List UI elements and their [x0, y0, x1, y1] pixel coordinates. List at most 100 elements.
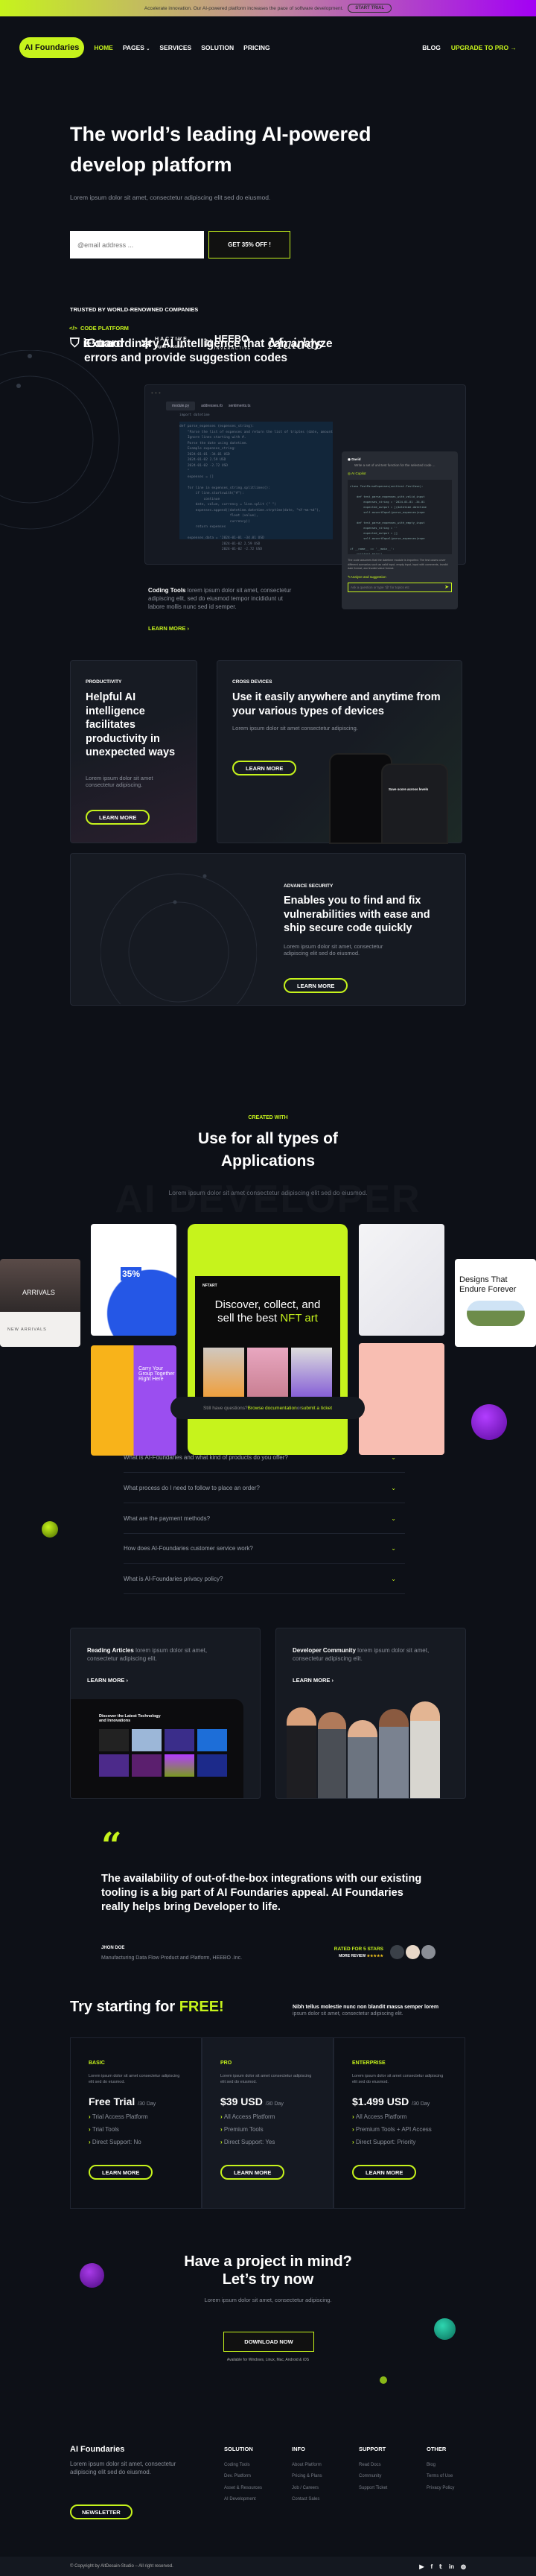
email-input[interactable] [70, 231, 204, 258]
app-tile-fashion[interactable]: ARRIVALS NEW ARRIVALS [0, 1259, 80, 1347]
footer-link[interactable]: Dev. Platform [224, 2471, 262, 2483]
nav-solution[interactable]: SOLUTION [201, 44, 234, 51]
security-card: ADVANCE SECURITY Enables you to find and… [70, 853, 466, 1006]
hero-title-line: The world’s leading AI-powered [70, 123, 371, 145]
footer-link[interactable]: Coding Tools [224, 2460, 262, 2472]
plan-pro-button[interactable]: LEARN MORE [220, 2165, 285, 2180]
reading-learn-more-link[interactable]: LEARN MORE › [87, 1677, 128, 1684]
ticket-link[interactable]: submit a ticket [301, 1406, 332, 1411]
nav-pricing[interactable]: PRICING [243, 44, 269, 51]
nft-cards [202, 1348, 333, 1403]
app-tile-realestate[interactable]: Designs That Endure Forever [455, 1259, 536, 1347]
bot-note: The code assumes that the datetime modul… [348, 559, 448, 570]
tab-sentiments-ts[interactable]: sentiments.ts [229, 402, 250, 410]
footer-link[interactable]: Asset & Resources [224, 2483, 262, 2495]
avatar: ◉ [348, 457, 351, 461]
upgrade-link[interactable]: UPGRADE TO PRO → [451, 44, 517, 51]
faq-item[interactable]: What is AI-Foundaries and what kind of p… [124, 1442, 405, 1473]
app-tile-group[interactable]: Carry Your Group Together Right Here [91, 1345, 176, 1456]
newsletter-button[interactable]: NEWSLETTER [70, 2504, 133, 2519]
logo[interactable]: AI Foundaries [19, 37, 85, 58]
analyze-suggestion[interactable]: ✎Analyze and suggestion [348, 575, 452, 580]
footer-link[interactable]: Contact Sales [292, 2494, 322, 2506]
plan-enterprise-button[interactable]: LEARN MORE [352, 2165, 417, 2180]
plan-pro: PRO Lorem ipsum dolor sit amet consectetu… [202, 2037, 334, 2209]
faq-item[interactable]: How does AI-Foundaries customer service … [124, 1533, 405, 1564]
community-learn-more-link[interactable]: LEARN MORE › [293, 1677, 334, 1684]
nav-services[interactable]: SERVICES [159, 44, 191, 51]
footer-link[interactable]: Support Ticket [359, 2483, 387, 2495]
cross-devices-title: Use it easily anywhere and anytime from … [232, 691, 441, 717]
twitter-icon[interactable]: 𝕥 [439, 2563, 442, 2570]
shield-icon: ⛉ [70, 336, 80, 350]
nft-screen: NFTART Discover, collect, and sell the be… [195, 1276, 340, 1412]
plan-features: Trial Access PlatformTrial ToolsDirect S… [89, 2113, 183, 2145]
plan-price: Free Trial /30 Day [89, 2096, 156, 2107]
app-tile-dashboard[interactable] [359, 1224, 444, 1336]
cta-subtitle: Lorem ipsum dolor sit amet, consectetur … [204, 2297, 332, 2303]
github-icon[interactable]: ◍ [461, 2563, 466, 2570]
send-icon[interactable]: ➤ [444, 584, 449, 590]
download-now-button[interactable]: DOWNLOAD NOW [223, 2332, 314, 2352]
footer-link[interactable]: AI Development [224, 2494, 262, 2506]
laptop-mockup: Discover the Latest Technology and Innov… [71, 1699, 243, 1798]
more-review-link[interactable]: MORE REVIEW ★★★★★ [314, 1954, 383, 1958]
app-tile-finance[interactable]: 35% [91, 1224, 176, 1336]
footer-col-info: INFO About Platform Pricing & Plans Job / C… [292, 2443, 322, 2506]
tab-module-py[interactable]: module.py [166, 402, 196, 410]
rating-block: RATED FOR 5 STARS MORE REVIEW ★★★★★ [314, 1947, 383, 1958]
get-discount-button[interactable]: GET 35% OFF ! [208, 231, 290, 258]
hero-subtitle: Lorem ipsum dolor sit amet, consectetur … [70, 194, 271, 201]
security-learn-more-button[interactable]: LEARN MORE [284, 978, 348, 993]
footer-link[interactable]: Community [359, 2471, 387, 2483]
cross-devices-learn-more-button[interactable]: LEARN MORE [232, 761, 297, 775]
watermark-text: AI DEVELOPER [115, 1178, 421, 1221]
announcement-text: Accelerate innovation. Our AI-powered pl… [144, 5, 344, 11]
nav-blog[interactable]: BLOG [422, 44, 441, 51]
star-rating-icon: ★★★★★ [366, 1954, 383, 1958]
facebook-icon[interactable]: f [431, 2563, 433, 2570]
pricing-side-text: Nibh tellus molestie nunc non blandit ma… [293, 2005, 439, 2017]
decorative-rings [0, 350, 120, 530]
chevron-down-icon: ⌄ [391, 1575, 396, 1582]
plan-basic-button[interactable]: LEARN MORE [89, 2165, 153, 2180]
start-trial-button[interactable]: START TRIAL [348, 4, 392, 13]
decorative-orb [380, 2376, 387, 2384]
faq-item[interactable]: What are the payment methods? ⌄ [124, 1503, 405, 1534]
nav-pages[interactable]: PAGES ⌄ [123, 44, 150, 51]
social-links: ▶ f 𝕥 in ◍ [419, 2563, 466, 2570]
nav-home[interactable]: HOME [94, 44, 113, 51]
security-title: Enables you to find and fix vulnerabilit… [284, 895, 430, 934]
plan-enterprise: ENTERPRISE Lorem ipsum dolor sit amet con… [334, 2037, 465, 2209]
nft-brand: NFTART [202, 1284, 217, 1288]
ai-chat-panel: ◉ David Write a set of unit test functio… [342, 451, 458, 609]
footer-link[interactable]: About Platform [292, 2460, 322, 2472]
bot-code: class TestParseExpenses(unittest.TestCas… [348, 480, 452, 554]
chat-input[interactable]: Ask a question or type '@' for topics et… [348, 582, 452, 592]
main-nav: AI Foundaries HOME PAGES ⌄ SERVICES SOLU… [19, 34, 517, 61]
decorative-orb [42, 1521, 58, 1538]
code-platform-title: Extraordinary AI intelligence that can a… [84, 337, 333, 365]
docs-link[interactable]: Browse documentation [248, 1406, 297, 1411]
decorative-orb [434, 2318, 456, 2340]
applications-subtitle: Lorem ipsum dolor sit amet consectetur a… [168, 1189, 368, 1196]
footer-link[interactable]: Pricing & Plans [292, 2471, 322, 2483]
footer-link[interactable]: Privacy Policy [427, 2483, 454, 2495]
faq-item[interactable]: What is AI-Foundaries privacy policy? ⌄ [124, 1564, 405, 1594]
faq-item[interactable]: What process do I need to follow to plac… [124, 1473, 405, 1503]
learn-more-link[interactable]: LEARN MORE › [148, 625, 189, 632]
testimonial-quote: The availability of out-of-the-box integ… [101, 1873, 422, 1913]
tab-addresses-rb[interactable]: addresses.rb [201, 402, 223, 410]
eyebrow-text: CODE PLATFORM [80, 325, 129, 331]
productivity-title: Helpful AI intelligence facilitates prod… [86, 691, 176, 758]
footer-link[interactable]: Terms of Use [427, 2471, 454, 2483]
house-image [466, 1301, 525, 1326]
app-tile-delivery[interactable] [359, 1343, 444, 1455]
linkedin-icon[interactable]: in [449, 2563, 454, 2570]
app-tile-nft[interactable]: NFTART Discover, collect, and sell the be… [188, 1224, 348, 1455]
footer-link[interactable]: Read Docs [359, 2460, 387, 2472]
footer-link[interactable]: Blog [427, 2460, 454, 2472]
youtube-icon[interactable]: ▶ [419, 2563, 424, 2570]
footer-link[interactable]: Job / Careers [292, 2483, 322, 2495]
productivity-learn-more-button[interactable]: LEARN MORE [86, 810, 150, 825]
